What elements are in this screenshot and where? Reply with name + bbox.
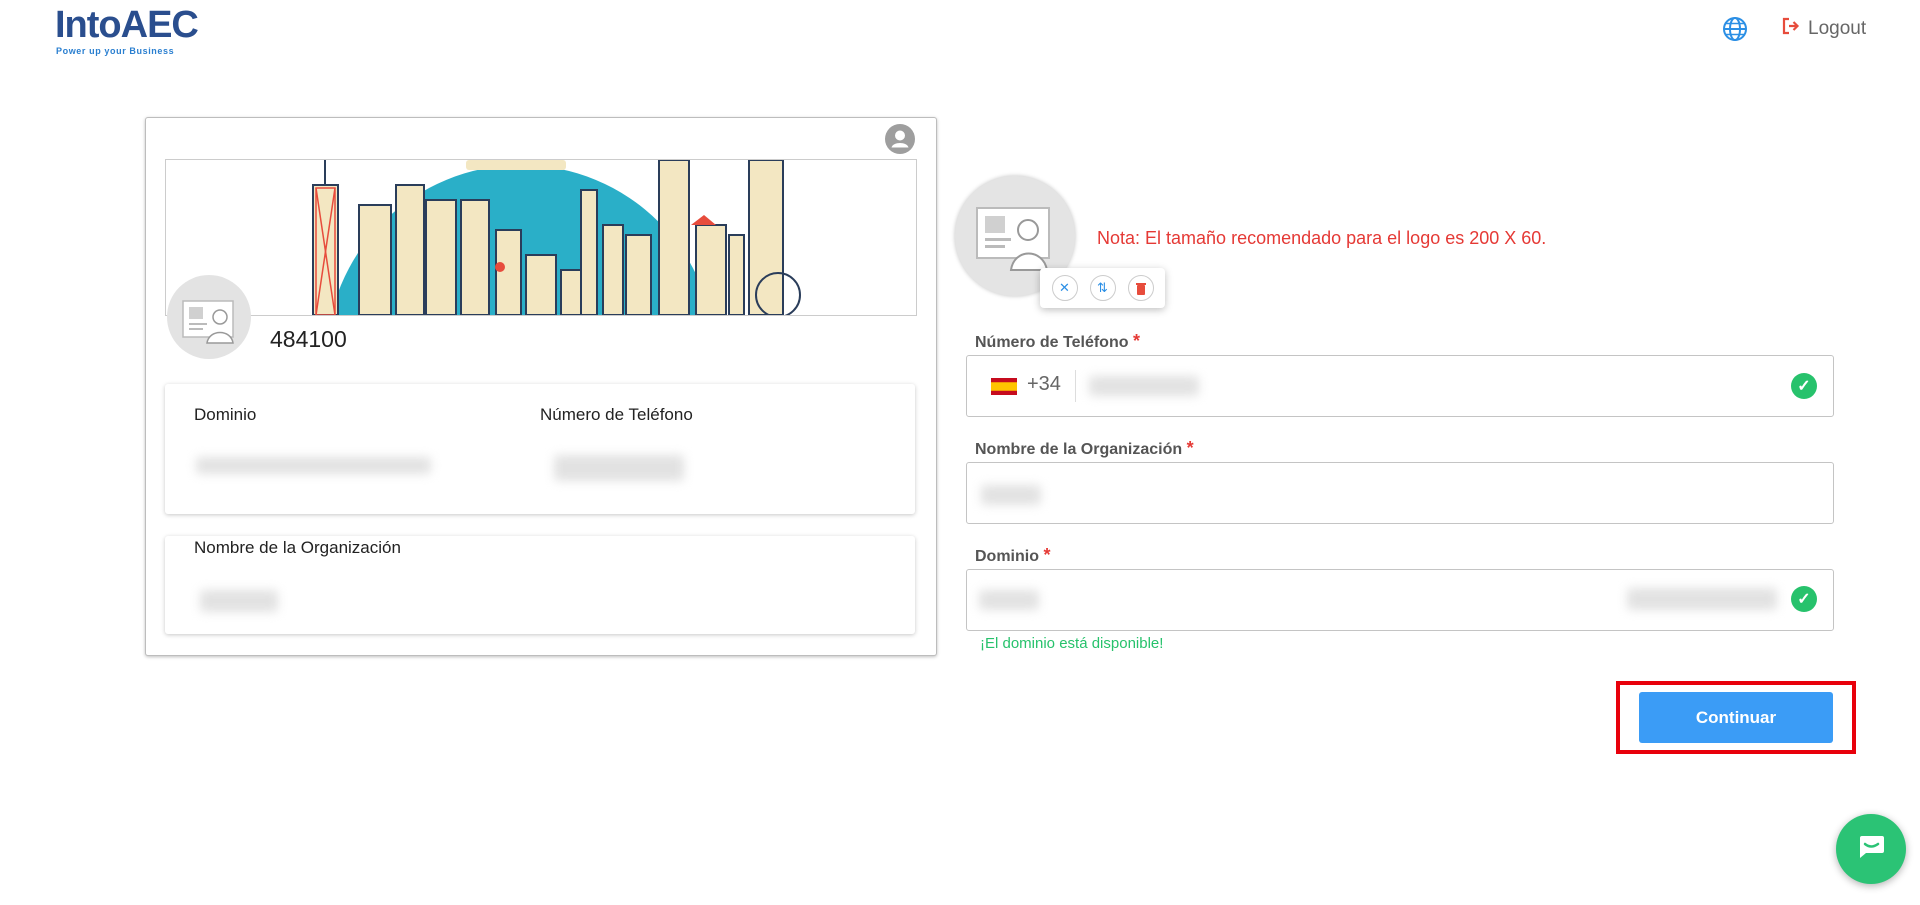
logo-text: IntoAEC (55, 4, 199, 46)
country-code: +34 (1027, 373, 1061, 395)
logout-icon (1782, 17, 1800, 41)
domain-input-value-redacted[interactable] (979, 590, 1039, 610)
domain-label-text: Dominio (975, 548, 1039, 565)
org-field-label: Nombre de la Organización * (975, 438, 1194, 459)
phone-label-text: Número de Teléfono (975, 334, 1129, 351)
logout-button[interactable]: Logout (1782, 16, 1866, 42)
preview-phone-label: Número de Teléfono (540, 405, 693, 424)
preview-avatar (167, 275, 251, 359)
preview-org-label: Nombre de la Organización (194, 538, 401, 557)
domain-suffix-redacted (1627, 588, 1777, 610)
replace-image-icon[interactable]: ⇅ (1089, 275, 1116, 301)
globe-icon[interactable] (1722, 16, 1748, 42)
check-icon: ✓ (1791, 586, 1817, 612)
required-mark: * (1043, 545, 1051, 565)
chat-button[interactable] (1836, 814, 1906, 884)
domain-field[interactable]: ✓ (966, 569, 1834, 631)
phone-input-value-redacted[interactable] (1089, 376, 1199, 396)
user-circle-icon[interactable] (885, 124, 915, 154)
organization-name-field[interactable] (966, 462, 1834, 524)
required-mark: * (1186, 438, 1194, 458)
domain-field-label: Dominio * (975, 545, 1050, 566)
org-label-text: Nombre de la Organización (975, 441, 1183, 458)
divider (1075, 370, 1076, 402)
spain-flag-icon[interactable] (991, 378, 1017, 395)
phone-field-label: Número de Teléfono * (975, 331, 1140, 352)
phone-field[interactable]: +34 ✓ (966, 355, 1834, 417)
org-input-value-redacted[interactable] (981, 485, 1041, 505)
delete-icon[interactable] (1127, 275, 1154, 301)
preview-org-value-redacted (200, 590, 278, 612)
logout-label: Logout (1808, 18, 1867, 39)
logo-size-note: Nota: El tamaño recomendado para el logo… (1097, 228, 1547, 248)
required-mark: * (1132, 331, 1140, 351)
check-icon: ✓ (1791, 373, 1817, 399)
continue-button[interactable]: Continuar (1639, 692, 1833, 743)
preview-domain-label: Dominio (194, 405, 257, 424)
logo-toolbar: ✕ ⇅ (1040, 268, 1165, 308)
preview-info-box (165, 384, 915, 514)
preview-phone-value-redacted (554, 455, 684, 481)
domain-available-message: ¡El dominio está disponible! (980, 635, 1164, 652)
app-logo[interactable]: IntoAEC Power up your Business (55, 4, 205, 58)
close-icon[interactable]: ✕ (1051, 275, 1078, 301)
organization-id: 484100 (270, 326, 347, 352)
chat-icon (1856, 834, 1886, 865)
preview-domain-value-redacted (196, 457, 431, 474)
logo-tagline: Power up your Business (56, 46, 175, 56)
cover-banner-image (165, 159, 917, 316)
